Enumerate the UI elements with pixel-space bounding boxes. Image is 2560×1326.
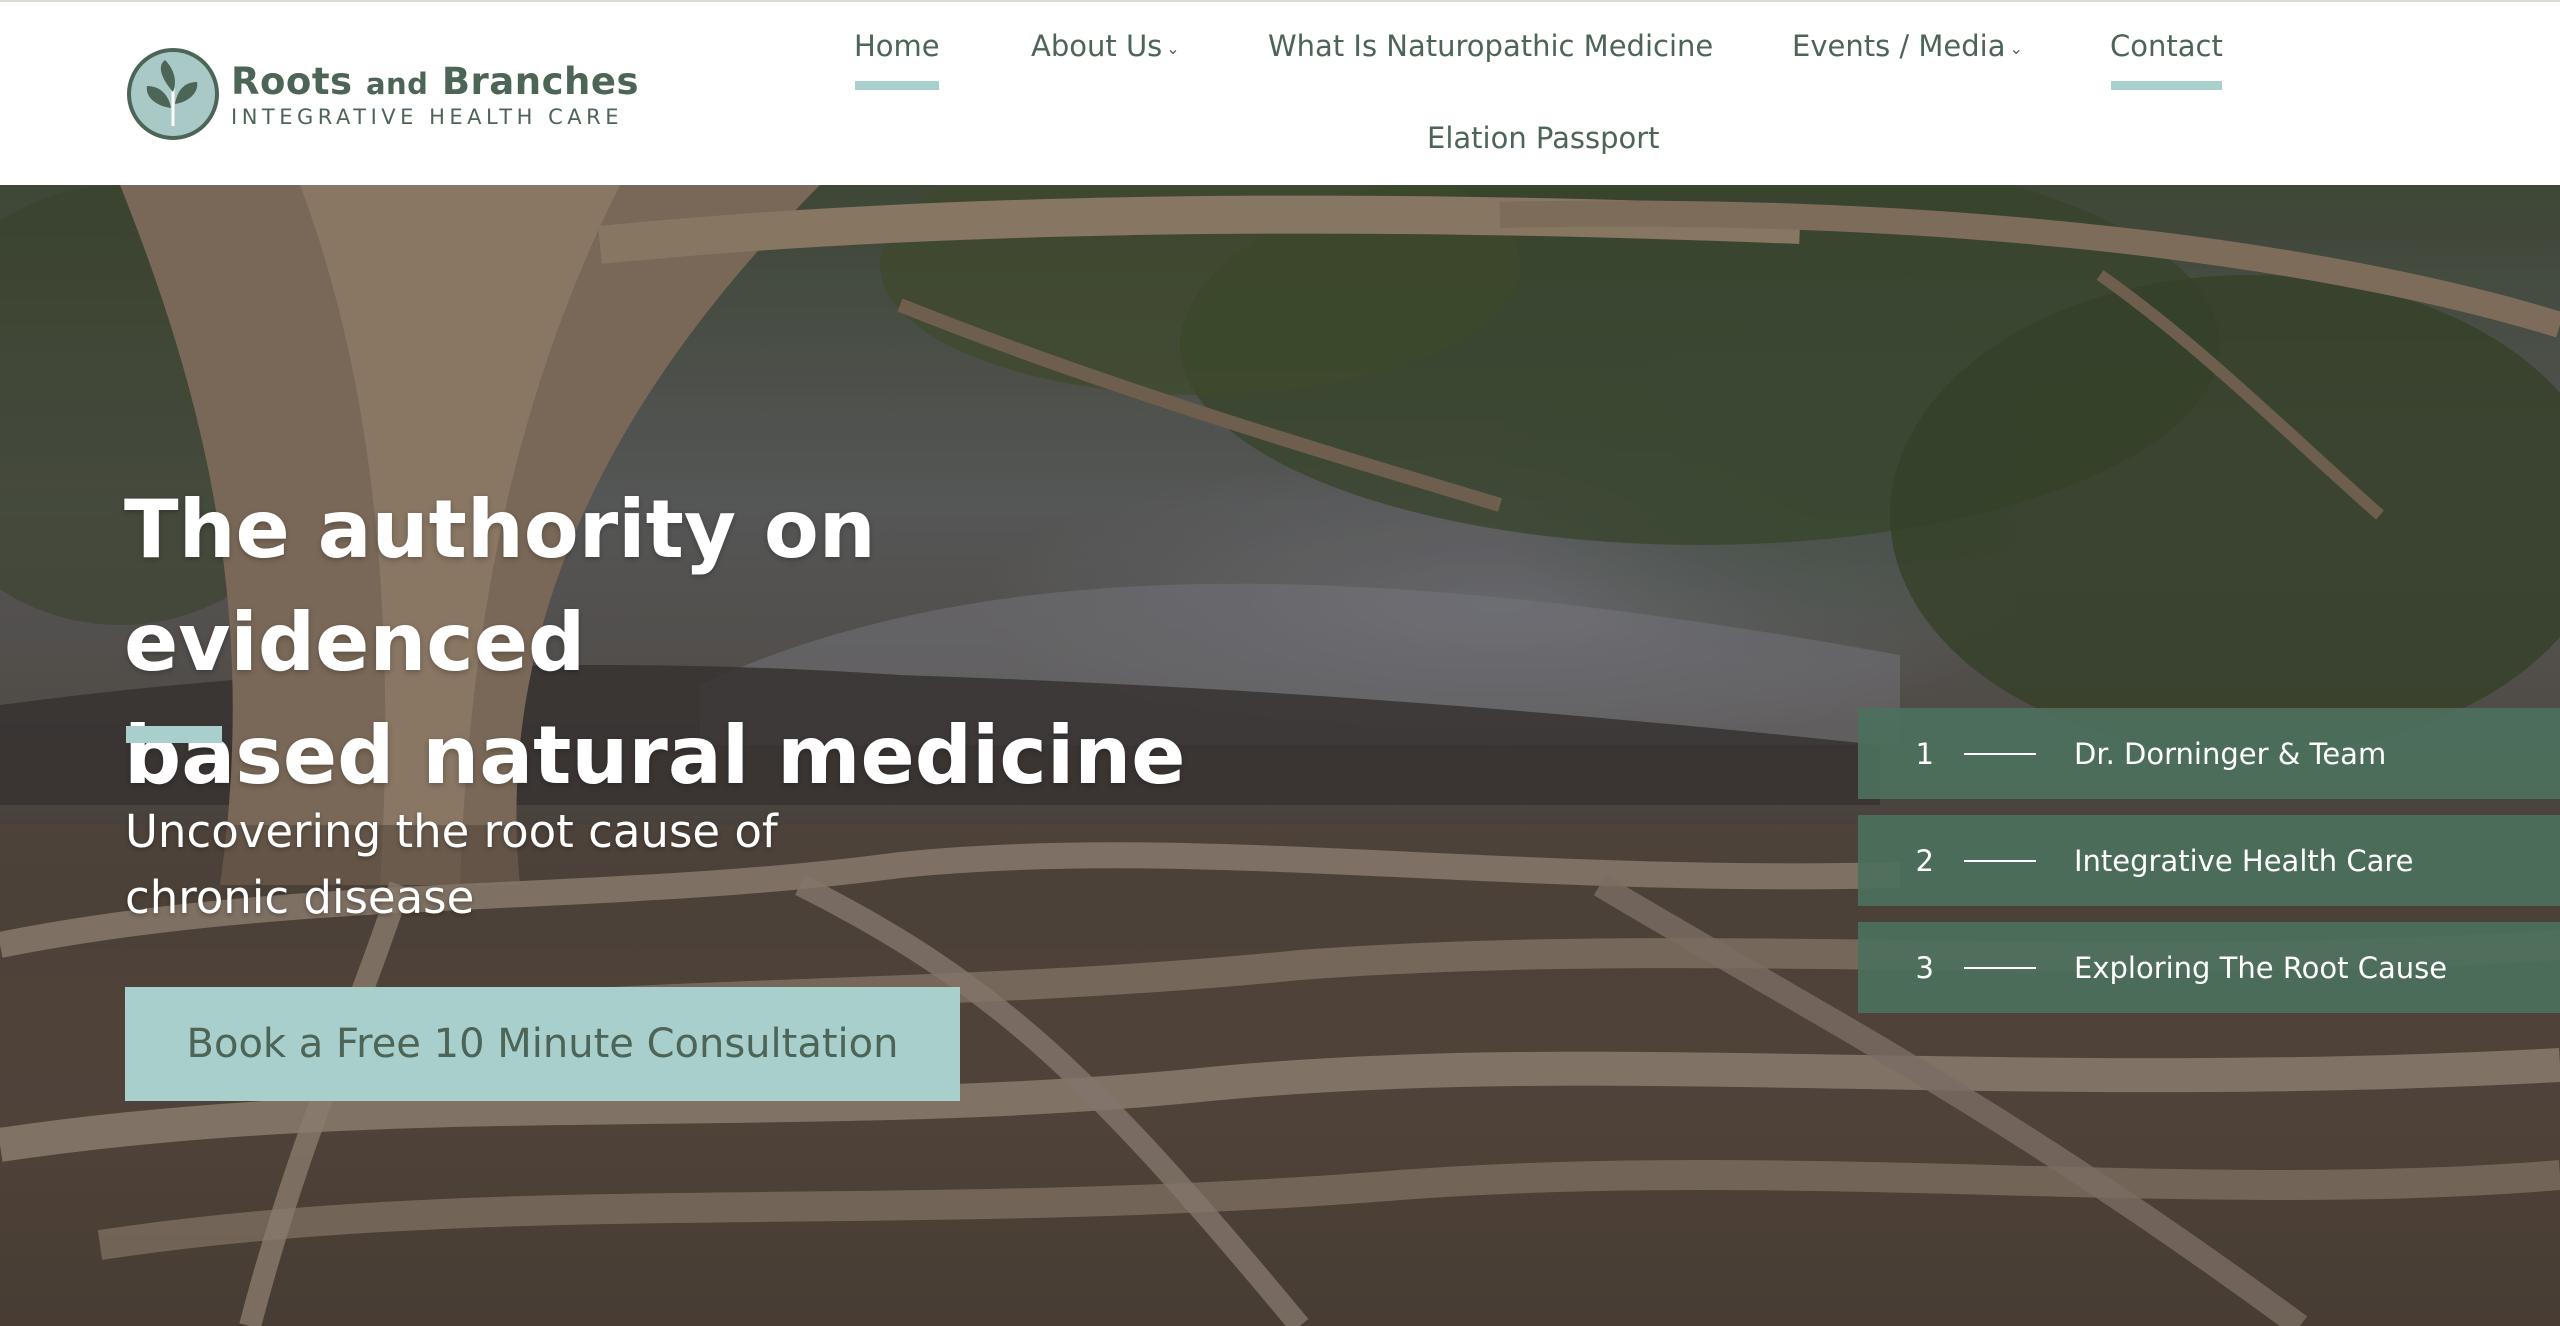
slide-divider-line [1964, 752, 2036, 755]
hero-headline-line1: The authority on evidenced [124, 483, 876, 689]
nav-naturopathic-medicine[interactable]: What Is Naturopathic Medicine [1268, 29, 1713, 63]
hero-subheadline-line1: Uncovering the root cause of [125, 805, 778, 858]
chevron-down-icon: ⌄ [1166, 38, 1180, 58]
nav-elation-passport[interactable]: Elation Passport [1427, 121, 1660, 155]
brand-name: Roots and Branches [231, 60, 639, 103]
headline-accent-divider [126, 726, 222, 743]
slide-divider-line [1964, 859, 2036, 862]
site-logo[interactable]: Roots and Branches INTEGRATIVE HEALTH CA… [127, 48, 639, 140]
slide-label: Dr. Dorninger & Team [2074, 736, 2387, 771]
slide-nav-item-2[interactable]: 2 Integrative Health Care [1858, 815, 2560, 906]
slide-number: 1 [1915, 736, 1934, 771]
site-header: Roots and Branches INTEGRATIVE HEALTH CA… [0, 0, 2560, 185]
hero-subheadline-line2: chronic disease [125, 871, 475, 924]
nav-contact[interactable]: Contact [2110, 29, 2223, 90]
nav-naturopathic-medicine-label: What Is Naturopathic Medicine [1268, 29, 1714, 63]
slide-nav-item-1[interactable]: 1 Dr. Dorninger & Team [1858, 708, 2560, 799]
slide-number: 3 [1915, 950, 1934, 985]
book-consultation-button[interactable]: Book a Free 10 Minute Consultation [125, 987, 960, 1101]
hero-headline-line2: based natural medicine [124, 709, 1186, 802]
hero-subheadline: Uncovering the root cause of chronic dis… [125, 799, 885, 931]
nav-events-media-label: Events / Media [1792, 29, 2006, 63]
nav-elation-passport-label: Elation Passport [1427, 121, 1660, 155]
nav-home-label: Home [854, 29, 940, 63]
nav-events-media[interactable]: Events / Media ⌄ [1792, 29, 2023, 63]
brand-name-part2: Branches [441, 59, 639, 103]
logo-wordmark: Roots and Branches INTEGRATIVE HEALTH CA… [231, 60, 639, 129]
slider-navigation: 1 Dr. Dorninger & Team 2 Integrative Hea… [1858, 708, 2560, 1029]
hero-headline: The authority on evidenced based natural… [124, 473, 1324, 812]
slide-number: 2 [1915, 843, 1934, 878]
slide-nav-item-3[interactable]: 3 Exploring The Root Cause [1858, 922, 2560, 1013]
nav-contact-label: Contact [2110, 29, 2223, 63]
nav-home[interactable]: Home [854, 29, 940, 90]
nav-about-us[interactable]: About Us ⌄ [1031, 29, 1180, 63]
nav-about-us-label: About Us [1031, 29, 1163, 63]
brand-name-and: and [365, 66, 429, 101]
hero-section: The authority on evidenced based natural… [0, 185, 2560, 1326]
chevron-down-icon: ⌄ [2009, 38, 2023, 58]
slide-label: Integrative Health Care [2074, 843, 2414, 878]
slide-divider-line [1964, 966, 2036, 969]
leaf-logo-icon [127, 48, 219, 140]
brand-name-part1: Roots [231, 59, 353, 103]
slide-label: Exploring The Root Cause [2074, 950, 2448, 985]
brand-tagline: INTEGRATIVE HEALTH CARE [231, 104, 623, 129]
